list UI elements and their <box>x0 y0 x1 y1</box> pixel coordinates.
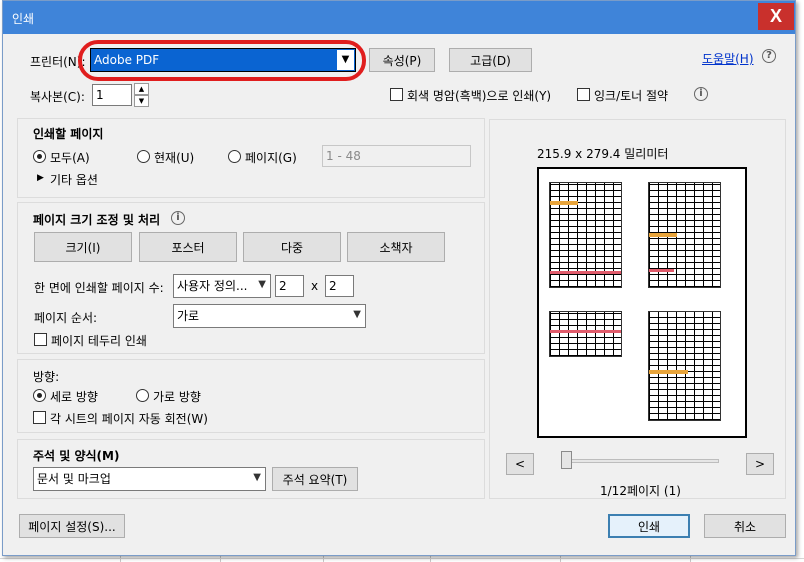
preview-page <box>537 167 747 438</box>
grayscale-label: 회색 명암(흑백)으로 인쇄(Y) <box>407 89 552 103</box>
pages-to-print-group: 인쇄할 페이지 모두(A) 현재(U) 페이지(G) 1 - 48 ▶ 기타 옵… <box>17 118 485 198</box>
red-highlight-annotation <box>78 40 366 81</box>
page-slider-thumb[interactable] <box>561 451 572 469</box>
page-range-radio[interactable] <box>228 150 241 163</box>
orientation-heading: 방향: <box>33 370 60 384</box>
page-border-label: 페이지 테두리 인쇄 <box>51 334 147 348</box>
advanced-button[interactable]: 고급(D) <box>449 48 532 72</box>
times-label: x <box>311 279 319 293</box>
ink-save-label: 잉크/토너 절약 <box>594 89 669 103</box>
previous-page-button[interactable]: < <box>506 453 534 475</box>
close-button[interactable]: X <box>758 3 794 30</box>
expand-triangle-icon[interactable]: ▶ <box>37 173 44 183</box>
window-title: 인쇄 <box>12 12 35 26</box>
portrait-radio[interactable] <box>33 389 46 402</box>
all-pages-radio[interactable] <box>33 150 46 163</box>
portrait-label: 세로 방향 <box>50 390 98 404</box>
spin-up-icon[interactable]: ▲ <box>134 83 149 95</box>
booklet-button[interactable]: 소책자 <box>347 232 445 262</box>
cancel-button[interactable]: 취소 <box>704 514 786 538</box>
preview-thumbnail <box>648 311 721 421</box>
grayscale-checkbox[interactable] <box>390 88 403 101</box>
pages-to-print-heading: 인쇄할 페이지 <box>33 127 104 141</box>
print-button[interactable]: 인쇄 <box>608 514 690 538</box>
page-dimensions: 215.9 x 279.4 밀리미터 <box>537 147 669 161</box>
page-sizing-group: 페이지 크기 조정 및 처리 i 크기(I) 포스터 다중 소책자 한 면에 인… <box>17 202 485 354</box>
pages-per-sheet-value: 사용자 정의... <box>177 279 248 293</box>
copies-spinner[interactable]: ▲ ▼ <box>134 83 149 107</box>
rows-input[interactable]: 2 <box>325 275 354 297</box>
page-sizing-heading: 페이지 크기 조정 및 처리 <box>33 213 161 227</box>
landscape-label: 가로 방향 <box>153 390 201 404</box>
properties-button[interactable]: 속성(P) <box>369 48 435 72</box>
page-slider[interactable] <box>562 459 719 463</box>
current-page-radio[interactable] <box>137 150 150 163</box>
page-border-checkbox[interactable] <box>34 333 47 346</box>
info-icon[interactable]: i <box>694 87 708 101</box>
size-button[interactable]: 크기(I) <box>34 232 132 262</box>
page-order-label: 페이지 순서: <box>34 311 98 325</box>
comments-forms-value: 문서 및 마크업 <box>37 472 111 486</box>
page-indicator: 1/12페이지 (1) <box>600 484 681 498</box>
orientation-group: 방향: 세로 방향 가로 방향 각 시트의 페이지 자동 회전(W) <box>17 359 485 433</box>
copies-input[interactable]: 1 <box>92 84 132 106</box>
landscape-radio[interactable] <box>136 389 149 402</box>
comments-forms-heading: 주석 및 양식(M) <box>33 449 120 463</box>
help-icon[interactable]: ? <box>762 49 776 63</box>
page-order-select[interactable]: 가로 ▼ <box>173 304 366 328</box>
page-setup-button[interactable]: 페이지 설정(S)... <box>19 514 125 538</box>
current-page-label: 현재(U) <box>154 151 195 165</box>
multiple-button[interactable]: 다중 <box>243 232 341 262</box>
chevron-down-icon: ▼ <box>353 309 361 320</box>
help-link[interactable]: 도움말(H) <box>702 50 754 67</box>
close-icon: X <box>769 6 782 26</box>
preview-thumbnail <box>549 182 622 288</box>
spin-down-icon[interactable]: ▼ <box>134 95 149 107</box>
more-options-toggle[interactable]: 기타 옵션 <box>50 171 98 188</box>
comments-forms-select[interactable]: 문서 및 마크업 ▼ <box>33 467 266 491</box>
page-order-value: 가로 <box>177 309 200 323</box>
all-pages-label: 모두(A) <box>50 151 90 165</box>
info-icon[interactable]: i <box>171 211 185 225</box>
next-page-button[interactable]: > <box>746 453 774 475</box>
ink-save-checkbox[interactable] <box>577 88 590 101</box>
preview-thumbnail <box>549 311 622 357</box>
pages-per-sheet-select[interactable]: 사용자 정의... ▼ <box>173 274 271 298</box>
copies-label: 복사본(C): <box>30 90 85 104</box>
comments-forms-group: 주석 및 양식(M) 문서 및 마크업 ▼ 주석 요약(T) <box>17 439 485 499</box>
pages-per-sheet-label: 한 면에 인쇄할 페이지 수: <box>34 281 164 295</box>
auto-rotate-label: 각 시트의 페이지 자동 회전(W) <box>50 412 208 426</box>
chevron-down-icon: ▼ <box>253 472 261 483</box>
page-range-input[interactable]: 1 - 48 <box>322 145 471 167</box>
chevron-down-icon: ▼ <box>258 279 266 290</box>
title-bar: 인쇄 X <box>3 1 795 34</box>
poster-button[interactable]: 포스터 <box>139 232 237 262</box>
summarize-comments-button[interactable]: 주석 요약(T) <box>272 467 358 491</box>
columns-input[interactable]: 2 <box>275 275 304 297</box>
preview-thumbnail <box>648 182 721 288</box>
auto-rotate-checkbox[interactable] <box>33 411 46 424</box>
page-range-label: 페이지(G) <box>245 151 297 165</box>
print-dialog: 인쇄 X 프린터(N): Adobe PDF ▼ 속성(P) 고급(D) 도움말… <box>2 0 796 556</box>
